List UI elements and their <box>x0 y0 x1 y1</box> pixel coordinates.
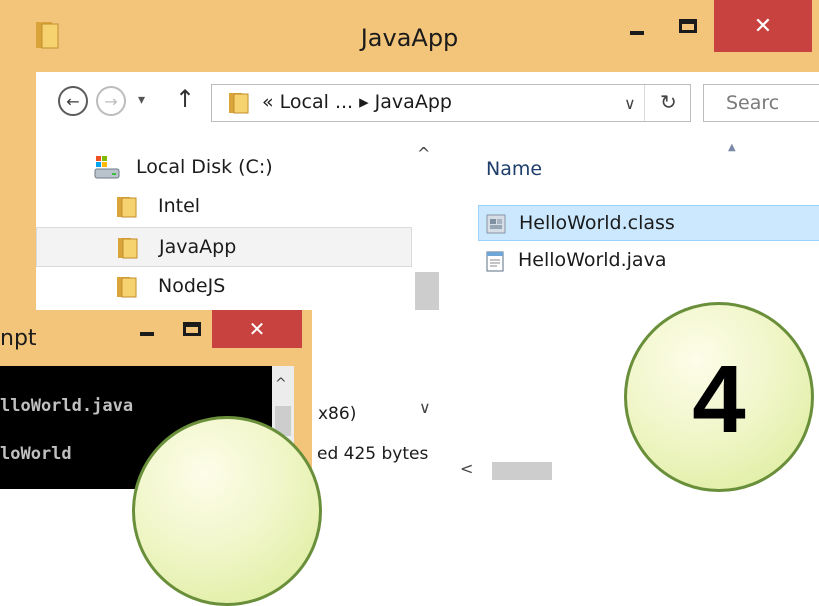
recent-locations-button[interactable]: ▾ <box>138 92 145 108</box>
navigation-scrollbar[interactable]: ^ ∨ <box>412 134 442 489</box>
cmd-close-button[interactable]: ✕ <box>212 310 302 348</box>
cmd-window-title: npt <box>0 326 37 351</box>
cmd-line: loWorld <box>0 444 72 464</box>
close-icon: ✕ <box>753 13 773 39</box>
scroll-up-icon[interactable]: ^ <box>417 144 430 163</box>
back-button[interactable]: ← <box>58 86 88 116</box>
explorer-titlebar[interactable]: JavaApp ✕ <box>0 0 819 72</box>
step-badge-partial <box>132 416 322 606</box>
navigation-bar: ← → ▾ ↑ « Local ... ▸ JavaApp ∨ ↻ Searc <box>36 72 819 134</box>
folder-icon <box>118 238 138 259</box>
scroll-left-icon[interactable]: < <box>460 459 473 478</box>
scroll-thumb[interactable] <box>492 462 552 480</box>
sort-ascending-icon: ▲ <box>728 142 736 153</box>
minimize-button[interactable] <box>612 0 662 52</box>
status-bar-text: ed 425 bytes <box>317 444 429 464</box>
tree-item-intel[interactable]: Intel <box>36 187 412 227</box>
tree-item-label: JavaApp <box>159 236 237 258</box>
tree-item-label: Intel <box>158 195 201 217</box>
address-path[interactable]: « Local ... ▸ JavaApp <box>262 91 452 113</box>
maximize-button[interactable] <box>662 0 714 52</box>
scroll-thumb[interactable] <box>415 272 439 310</box>
class-file-icon <box>486 214 506 234</box>
minimize-icon <box>630 31 644 35</box>
scroll-down-icon[interactable]: ∨ <box>419 398 431 417</box>
folder-icon <box>117 197 137 218</box>
maximize-icon <box>679 19 697 33</box>
cmd-minimize-button[interactable] <box>122 310 172 348</box>
address-divider <box>644 85 645 121</box>
step-number: 4 <box>692 346 746 453</box>
up-button[interactable]: ↑ <box>175 85 195 113</box>
minimize-icon <box>140 332 154 336</box>
forward-arrow-icon: → <box>104 91 118 111</box>
java-file-icon <box>486 251 504 272</box>
file-name: HelloWorld.java <box>518 249 667 271</box>
file-name: HelloWorld.class <box>519 212 675 234</box>
back-arrow-icon: ← <box>66 91 80 111</box>
column-header-name[interactable]: Name <box>486 158 542 180</box>
tree-item-label: Local Disk (C:) <box>136 156 273 178</box>
folder-icon <box>229 93 249 114</box>
drive-icon <box>94 156 120 179</box>
cmd-line: lloWorld.java <box>0 396 134 416</box>
forward-button[interactable]: → <box>96 86 126 116</box>
tree-item-local-disk[interactable]: Local Disk (C:) <box>36 148 412 188</box>
address-bar[interactable]: « Local ... ▸ JavaApp ∨ ↻ <box>211 84 691 122</box>
step-badge-4: 4 <box>624 302 814 492</box>
close-icon: ✕ <box>248 317 266 341</box>
tree-item-label: NodeJS <box>158 275 226 297</box>
address-dropdown-icon[interactable]: ∨ <box>624 94 636 113</box>
tree-item-javaapp[interactable]: JavaApp <box>36 227 412 267</box>
folder-icon <box>117 277 137 298</box>
close-button[interactable]: ✕ <box>714 0 812 52</box>
search-input[interactable]: Searc <box>703 84 819 122</box>
file-row-helloworld-class[interactable]: HelloWorld.class <box>478 205 819 241</box>
cmd-maximize-button[interactable] <box>172 310 212 348</box>
maximize-icon <box>183 322 201 336</box>
search-placeholder: Searc <box>726 92 780 114</box>
refresh-icon[interactable]: ↻ <box>660 90 677 114</box>
partial-tree-text: x86) <box>318 404 357 424</box>
tree-item-nodejs[interactable]: NodeJS <box>36 267 412 307</box>
file-row-helloworld-java[interactable]: HelloWorld.java <box>478 243 819 279</box>
scroll-up-icon[interactable]: ^ <box>275 376 287 392</box>
